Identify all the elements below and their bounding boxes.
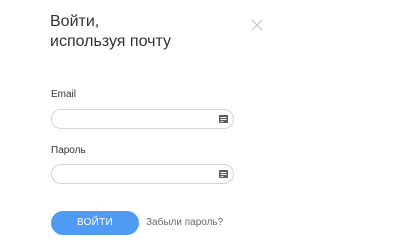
dialog-title-line-1: Войти, bbox=[50, 13, 100, 30]
forgot-password-link[interactable]: Забыли пароль? bbox=[146, 217, 223, 229]
login-button[interactable]: ВОЙТИ bbox=[51, 211, 139, 235]
password-input[interactable] bbox=[60, 166, 210, 182]
email-field-wrapper bbox=[51, 109, 234, 129]
password-field-wrapper bbox=[51, 164, 234, 184]
email-label: Email bbox=[51, 89, 77, 100]
dialog-title-line-2: используя почту bbox=[50, 33, 171, 50]
close-button[interactable] bbox=[249, 17, 265, 33]
password-manager-key-icon[interactable] bbox=[219, 170, 228, 178]
password-label: Пароль bbox=[51, 145, 86, 156]
dialog-title: Войти, используя почту bbox=[50, 12, 171, 52]
password-manager-key-icon[interactable] bbox=[219, 115, 228, 123]
login-dialog: Войти, используя почту Email Пароль ВОЙТ… bbox=[0, 0, 400, 248]
close-icon bbox=[251, 19, 263, 31]
email-input[interactable] bbox=[60, 111, 210, 127]
